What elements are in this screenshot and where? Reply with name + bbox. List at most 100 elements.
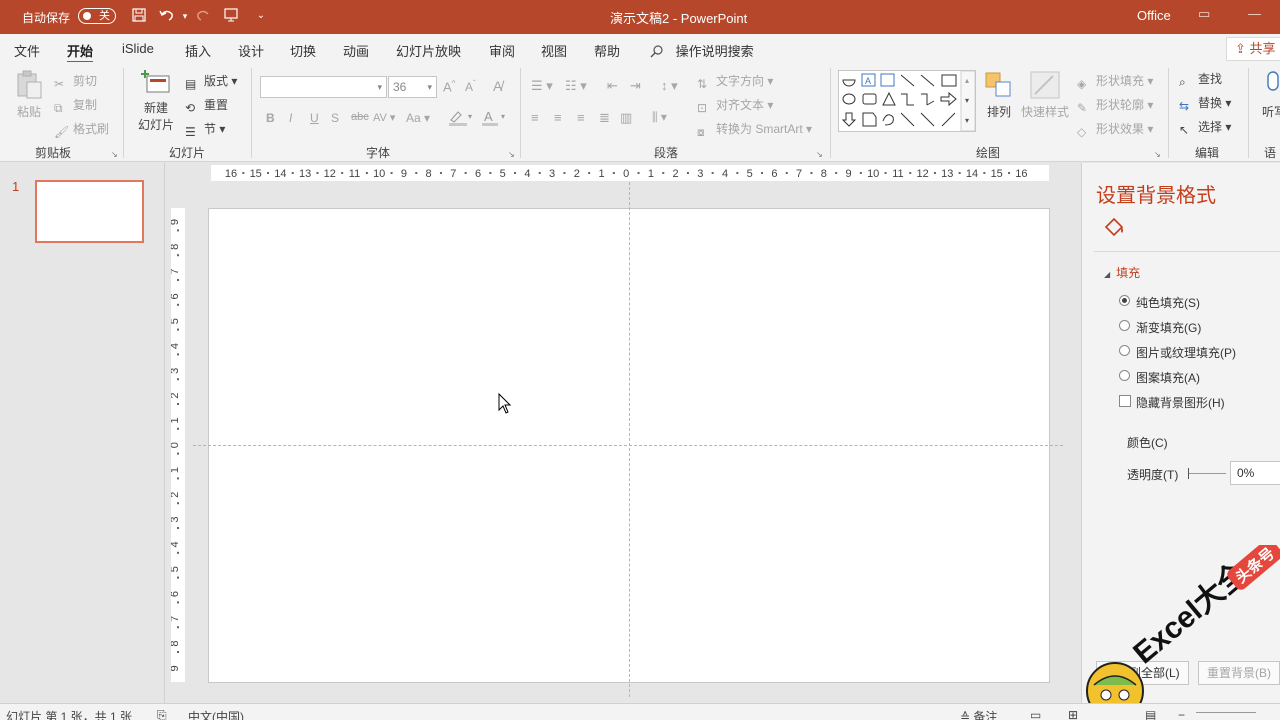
tab-animations[interactable]: 动画 — [343, 41, 369, 60]
numbering-button[interactable]: ☷ ▾ — [565, 78, 587, 94]
align-right-button[interactable]: ≡ — [577, 110, 585, 125]
solid-fill-radio[interactable] — [1119, 295, 1130, 306]
transparency-slider[interactable] — [1188, 468, 1226, 479]
account-name[interactable]: Office — [1137, 8, 1171, 23]
align-text-button[interactable]: ⊡ 对齐文本 ▾ — [697, 96, 773, 115]
zoom-slider[interactable] — [1196, 712, 1256, 713]
tab-view[interactable]: 视图 — [541, 41, 567, 60]
bullets-button[interactable]: ☰ ▾ — [531, 78, 553, 94]
text-direction-button[interactable]: ⇅ 文字方向 ▾ — [697, 72, 773, 91]
select-button[interactable]: ↖ 选择 ▾ — [1179, 118, 1231, 137]
sorter-view-icon[interactable]: ⊞ — [1068, 708, 1078, 720]
tab-home[interactable]: 开始 — [67, 41, 94, 64]
char-spacing-button[interactable]: AV ▾ — [373, 111, 395, 124]
customize-qat-icon[interactable]: ⌄ — [252, 7, 270, 25]
autosave-toggle[interactable]: 关 — [78, 8, 116, 24]
replace-button[interactable]: ⇆ 替换 ▾ — [1179, 94, 1231, 113]
dictate-button[interactable]: 听写 — [1262, 70, 1280, 120]
clipboard-launcher-icon[interactable]: ↘ — [111, 150, 118, 159]
shrink-font-button[interactable]: Aˇ — [465, 79, 476, 94]
align-left-button[interactable]: ≡ — [531, 110, 539, 125]
pattern-fill-radio[interactable] — [1119, 370, 1130, 381]
hide-bg-graphics-option[interactable]: 隐藏背景图形(H) — [1119, 394, 1225, 411]
ribbon-display-icon[interactable]: ▭ — [1198, 6, 1210, 22]
fill-section-header[interactable]: ◢ 填充 — [1104, 264, 1140, 281]
paste-button[interactable]: 粘贴 — [14, 70, 44, 120]
bold-button[interactable]: B — [266, 111, 275, 125]
clear-format-icon[interactable]: A̸ — [493, 78, 502, 94]
pattern-fill-option[interactable]: 图案填充(A) — [1119, 369, 1200, 386]
presentation-start-icon[interactable] — [222, 7, 240, 25]
picture-fill-option[interactable]: 图片或纹理填充(P) — [1119, 344, 1236, 361]
quick-styles-button[interactable]: 快速样式 — [1020, 70, 1070, 120]
gradient-fill-radio[interactable] — [1119, 320, 1130, 331]
format-painter-button[interactable]: 🖌 格式刷 — [54, 120, 109, 139]
fill-bucket-icon[interactable] — [1102, 215, 1126, 239]
change-case-button[interactable]: Aa ▾ — [406, 111, 430, 125]
smartart-button[interactable]: ⧇ 转换为 SmartArt ▾ — [697, 120, 812, 139]
align-center-button[interactable]: ≡ — [554, 110, 562, 125]
save-icon[interactable] — [130, 7, 148, 25]
copy-button[interactable]: ⧉ 复制 — [54, 96, 97, 115]
reset-background-button[interactable]: 重置背景(B) — [1198, 661, 1280, 685]
accessibility-icon[interactable]: ⎘ — [157, 708, 167, 720]
undo-icon[interactable] — [158, 7, 176, 25]
language-status[interactable]: 中文(中国) — [188, 708, 244, 720]
tab-design[interactable]: 设计 — [238, 41, 264, 60]
tab-transitions[interactable]: 切换 — [290, 41, 316, 60]
increase-indent-button[interactable]: ⇥ — [630, 78, 641, 94]
new-slide-button[interactable]: 新建 幻灯片 — [134, 70, 178, 133]
hide-bg-graphics-checkbox[interactable] — [1119, 395, 1131, 407]
find-button[interactable]: ⌕ 查找 — [1179, 70, 1222, 89]
shape-fill-button[interactable]: ◈ 形状填充 ▾ — [1077, 72, 1153, 91]
normal-view-icon[interactable]: ▭ — [1030, 708, 1041, 720]
redo-icon[interactable] — [194, 7, 212, 25]
strikethrough-button[interactable]: abc — [351, 111, 369, 123]
picture-fill-radio[interactable] — [1119, 345, 1130, 356]
drawing-launcher-icon[interactable]: ↘ — [1154, 150, 1161, 159]
section-button[interactable]: ☰ 节 ▾ — [185, 120, 225, 139]
slide-thumbnail[interactable] — [35, 180, 144, 243]
zoom-out-icon[interactable]: − — [1178, 708, 1185, 720]
justify-button[interactable]: ≣ — [599, 110, 610, 126]
font-color-button[interactable]: A ▾ — [481, 109, 507, 130]
apply-to-all-button[interactable]: 应用到全部(L) — [1096, 661, 1189, 685]
undo-dropdown-icon[interactable]: ▾ — [176, 7, 194, 25]
columns-button[interactable]: ⫼ ▾ — [652, 110, 667, 125]
tab-help[interactable]: 帮助 — [594, 41, 620, 60]
cut-button[interactable]: ✂ 剪切 — [54, 72, 97, 91]
arrange-button[interactable]: 排列 — [984, 70, 1014, 120]
reading-view-icon[interactable]: ▤ — [1145, 708, 1156, 720]
paragraph-launcher-icon[interactable]: ↘ — [816, 150, 823, 159]
shapes-gallery[interactable]: A ▴ ▾ ▾ — [838, 70, 976, 132]
shape-outline-button[interactable]: ✎ 形状轮廓 ▾ — [1077, 96, 1153, 115]
underline-button[interactable]: U — [310, 111, 319, 125]
reset-button[interactable]: ⟲ 重置 — [185, 96, 228, 115]
tab-file[interactable]: 文件 — [14, 41, 40, 60]
tab-slideshow[interactable]: 幻灯片放映 — [396, 41, 461, 60]
tab-insert[interactable]: 插入 — [185, 41, 211, 60]
font-name-select[interactable]: ▾ — [260, 76, 387, 98]
shape-effects-button[interactable]: ◇ 形状效果 ▾ — [1077, 120, 1153, 139]
tab-review[interactable]: 审阅 — [489, 41, 515, 60]
font-launcher-icon[interactable]: ↘ — [508, 150, 515, 159]
tab-islide[interactable]: iSlide — [122, 41, 154, 56]
gradient-fill-option[interactable]: 渐变填充(G) — [1119, 319, 1201, 336]
line-spacing-button[interactable]: ↕ ▾ — [661, 78, 678, 94]
minimize-icon[interactable]: — — [1248, 6, 1261, 21]
horizontal-guide[interactable] — [193, 445, 1063, 446]
highlight-color-button[interactable]: ▾ — [448, 109, 474, 130]
italic-button[interactable]: I — [289, 111, 292, 125]
vertical-guide[interactable] — [629, 182, 630, 697]
transparency-input[interactable]: 0% — [1230, 461, 1280, 485]
decrease-indent-button[interactable]: ⇤ — [607, 78, 618, 94]
grow-font-button[interactable]: A^ — [443, 79, 455, 94]
shadow-button[interactable]: S — [331, 111, 339, 125]
font-size-select[interactable]: 36 ▾ — [388, 76, 437, 98]
tell-me-search[interactable]: 操作说明搜索 — [650, 41, 754, 60]
layout-button[interactable]: ▤ 版式 ▾ — [185, 72, 237, 91]
notes-button[interactable]: ≙ 备注 — [960, 708, 997, 720]
solid-fill-option[interactable]: 纯色填充(S) — [1119, 294, 1200, 311]
share-button[interactable]: ⇪ 共享 — [1226, 37, 1280, 61]
distributed-button[interactable]: ▥ — [620, 110, 632, 126]
